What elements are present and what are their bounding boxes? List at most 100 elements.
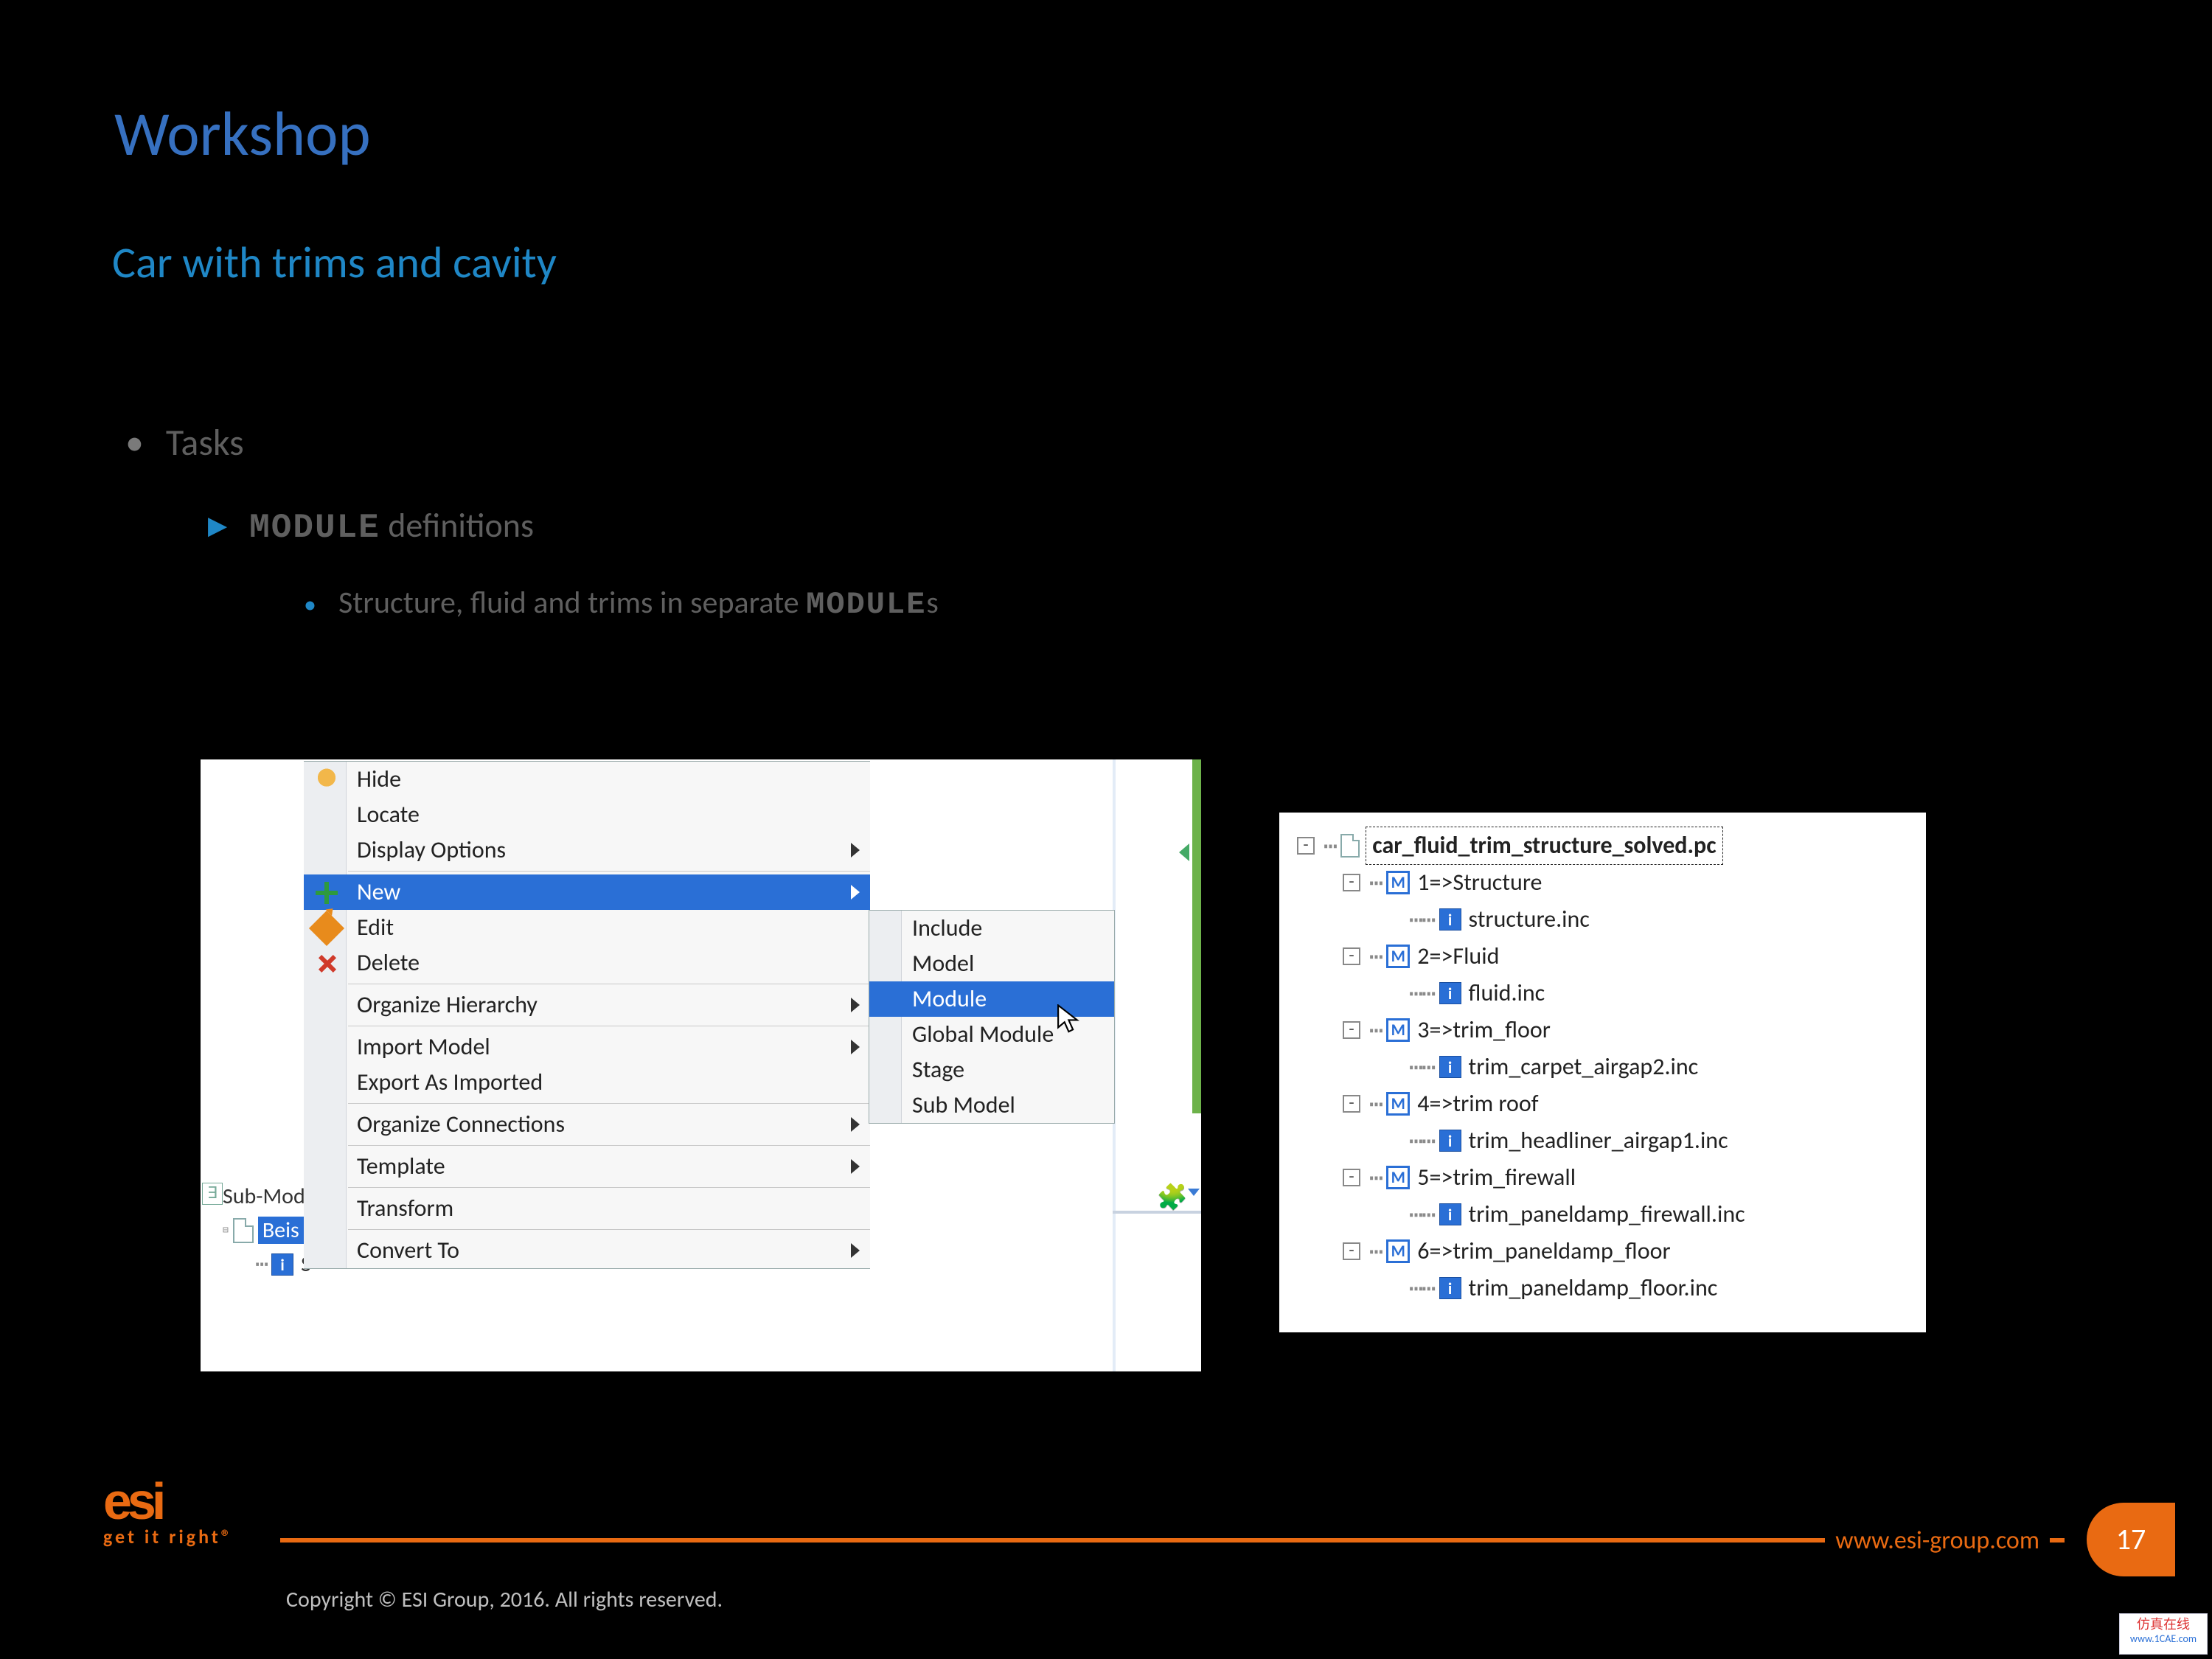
tree-include-label: trim_paneldamp_firewall.inc [1469, 1196, 1745, 1233]
submenu-item-sub-model[interactable]: Sub Model [869, 1088, 1114, 1123]
tree-include-label: trim_headliner_airgap1.inc [1469, 1122, 1728, 1159]
tree-include-row[interactable]: ⋯⋯itrim_paneldamp_floor.inc [1297, 1270, 1745, 1307]
menu-item-display-options[interactable]: Display Options [304, 832, 870, 868]
collapse-icon[interactable]: - [1297, 837, 1315, 855]
tree-connector: ⋯⋯ [1409, 901, 1435, 938]
model-tree: - ⋯ car_fluid_trim_structure_solved.pc -… [1297, 827, 1745, 1307]
bullet-dot-icon: • [304, 590, 316, 620]
scroll-left-icon[interactable] [1179, 844, 1189, 861]
menu-item-label: Transform [357, 1194, 453, 1222]
menu-separator [348, 1145, 870, 1146]
submenu-arrow-icon [851, 885, 860, 900]
collapse-icon[interactable]: - [1343, 874, 1360, 891]
bullet-l3-pre: Structure, fluid and trims in separate [338, 584, 806, 622]
menu-item-transform[interactable]: Transform [304, 1191, 870, 1226]
tree-module-row[interactable]: -⋯M6=>trim_paneldamp_floor [1297, 1233, 1745, 1270]
menu-item-label: Locate [357, 800, 420, 829]
menu-item-label: Organize Connections [357, 1110, 565, 1138]
tree-include-row[interactable]: ⋯⋯i trim_paneldamp_firewall.inc [1297, 1196, 1745, 1233]
tree-connector: ⋯ [1369, 864, 1382, 901]
tree-include-row[interactable]: ⋯⋯itrim_carpet_airgap2.inc [1297, 1048, 1745, 1085]
collapse-icon[interactable]: - [1343, 947, 1360, 965]
submenu-item-include[interactable]: Include [869, 911, 1114, 946]
menu-item-organize-hierarchy[interactable]: Organize Hierarchy [304, 987, 870, 1023]
tree-include-row[interactable]: ⋯⋯istructure.inc [1297, 901, 1745, 938]
tree-connector: ⋯⋯ [1409, 1196, 1435, 1233]
watermark-line2: www.1CAE.com [2120, 1632, 2207, 1646]
collapse-icon[interactable]: ∃ [202, 1183, 223, 1205]
menu-item-label: Edit [357, 913, 394, 942]
submenu-arrow-icon [851, 998, 860, 1012]
tree-connector: ⋯⋯ [1409, 1270, 1435, 1307]
edit-icon [309, 911, 344, 946]
tree-selected-node[interactable]: Beis [258, 1217, 304, 1244]
submenu-item-label: Sub Model [912, 1091, 1015, 1119]
tree-module-row[interactable]: -⋯M1=>Structure [1297, 864, 1745, 901]
tree-row[interactable]: ⋯ i S [254, 1251, 311, 1278]
tree-module-row[interactable]: -⋯M4=>trim roof [1297, 1085, 1745, 1122]
bullet-l3-mono: MODULE [806, 587, 926, 622]
slide: Workshop Car with trims and cavity •Task… [0, 0, 2212, 1659]
tree-row[interactable]: ⊟ Beis [223, 1217, 304, 1244]
plugin-icon[interactable]: 🧩 [1157, 1183, 1188, 1213]
menu-item-new[interactable]: New [304, 874, 870, 910]
collapse-icon[interactable]: - [1343, 1169, 1360, 1186]
expand-icon[interactable]: ⊟ [223, 1225, 229, 1236]
tree-connector: ⋯⋯ [1409, 1122, 1435, 1159]
submenu-item-model[interactable]: Model [869, 946, 1114, 981]
tree-include-label: trim_carpet_airgap2.inc [1469, 1048, 1699, 1085]
tree-connector: ⋯ [1369, 938, 1382, 975]
tree-include-label: fluid.inc [1469, 975, 1545, 1012]
menu-item-label: Export As Imported [357, 1068, 543, 1096]
delete-icon [314, 951, 339, 976]
include-icon: i [1439, 1277, 1461, 1299]
submenu-arrow-icon [851, 843, 860, 858]
dropdown-icon[interactable] [1188, 1189, 1200, 1196]
tree-root-label: car_fluid_trim_structure_solved.pc [1366, 827, 1722, 865]
tree-module-row[interactable]: -⋯M2=>Fluid [1297, 938, 1745, 975]
collapse-icon[interactable]: - [1343, 1095, 1360, 1113]
tree-module-label: 3=>trim_floor [1417, 1012, 1551, 1048]
include-icon: i [1439, 1203, 1461, 1225]
collapse-icon[interactable]: - [1343, 1021, 1360, 1039]
module-icon: M [1386, 1092, 1410, 1116]
logo-main: esi [103, 1472, 234, 1531]
screenshot-model-tree: - ⋯ car_fluid_trim_structure_solved.pc -… [1279, 813, 1926, 1332]
sidebar-label: Sub-Mod [223, 1183, 305, 1210]
green-edge [1192, 759, 1201, 1113]
menu-item-hide[interactable]: Hide [304, 762, 870, 797]
submenu-item-stage[interactable]: Stage [869, 1052, 1114, 1088]
tree-include-row[interactable]: ⋯⋯ifluid.inc [1297, 975, 1745, 1012]
menu-item-edit[interactable]: Edit [304, 910, 870, 945]
menu-item-template[interactable]: Template [304, 1149, 870, 1184]
footer-url: www.esi-group.com [1825, 1526, 2050, 1556]
module-icon: M [1386, 871, 1410, 894]
tree-connector: ⋯ [1324, 827, 1336, 864]
menu-item-locate[interactable]: Locate [304, 797, 870, 832]
logo-tagline: get it right® [103, 1525, 234, 1548]
submenu-arrow-icon [851, 1159, 860, 1174]
menu-item-convert-to[interactable]: Convert To [304, 1233, 870, 1268]
menu-item-label: Hide [357, 765, 401, 793]
collapse-icon[interactable]: - [1343, 1242, 1360, 1260]
tree-module-label: 2=>Fluid [1417, 938, 1499, 975]
menu-item-import-model[interactable]: Import Model [304, 1029, 870, 1065]
menu-item-organize-connections[interactable]: Organize Connections [304, 1107, 870, 1142]
slide-subtitle: Car with trims and cavity [112, 236, 557, 290]
context-menu: Hide Locate Display Options New Edit Delete Or… [304, 761, 870, 1269]
menu-item-delete[interactable]: Delete [304, 945, 870, 981]
tree-module-row[interactable]: -⋯M5=>trim_firewall [1297, 1159, 1745, 1196]
menu-item-label: Delete [357, 948, 420, 977]
divider [1113, 1211, 1201, 1214]
menu-item-label: Import Model [357, 1032, 490, 1061]
tree-module-row[interactable]: -⋯M3=>trim_floor [1297, 1012, 1745, 1048]
bullet-dot-icon: • [125, 420, 144, 465]
include-icon: i [1439, 1130, 1461, 1152]
submenu-arrow-icon [851, 1117, 860, 1132]
tree-include-row[interactable]: ⋯⋯i trim_headliner_airgap1.inc [1297, 1122, 1745, 1159]
copyright: Copyright © ESI Group, 2016. All rights … [286, 1586, 723, 1613]
menu-item-export-as-imported[interactable]: Export As Imported [304, 1065, 870, 1100]
tree-root-row[interactable]: - ⋯ car_fluid_trim_structure_solved.pc [1297, 827, 1745, 864]
include-icon: i [1439, 1056, 1461, 1078]
screenshot-context-menu: 🧩 ∃ Sub-Mod ⊟ Beis ⋯ i S Hide Locate Displ… [201, 759, 1201, 1371]
